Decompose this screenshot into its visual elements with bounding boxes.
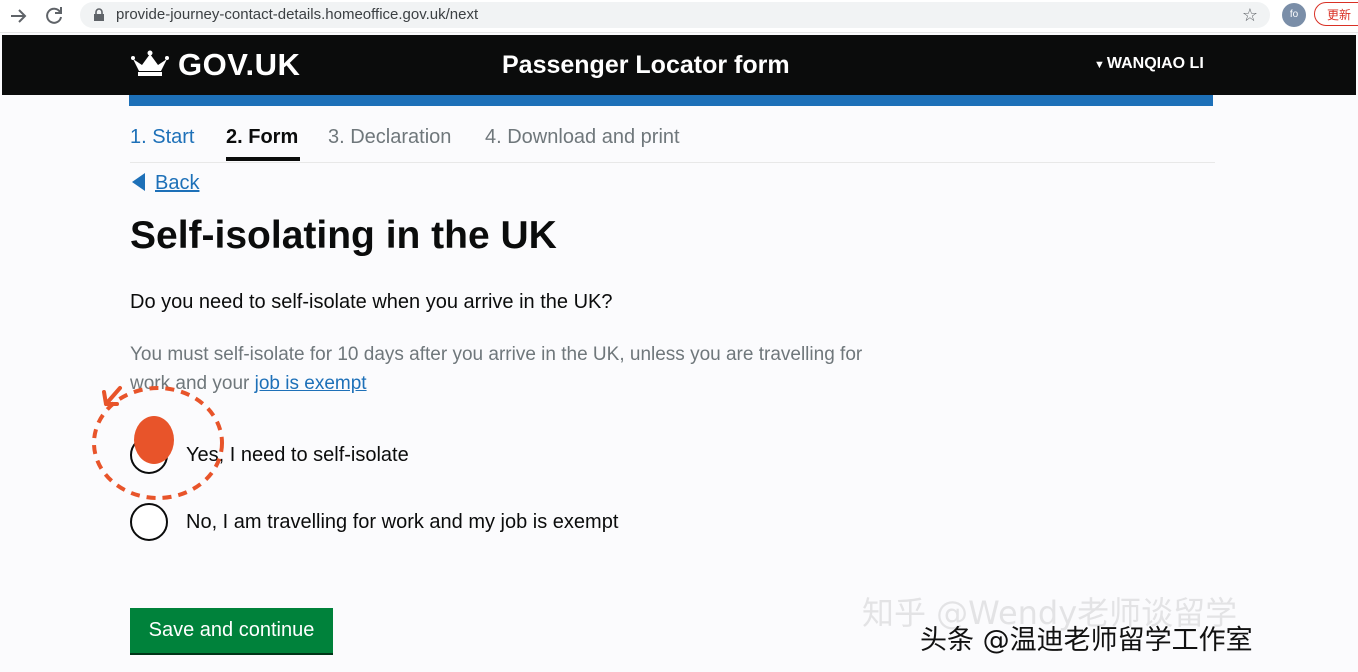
back-link[interactable]: Back	[132, 172, 199, 195]
address-bar[interactable]: provide-journey-contact-details.homeoffi…	[80, 2, 1270, 28]
annotation-dot	[134, 416, 174, 464]
browser-toolbar: provide-journey-contact-details.homeoffi…	[0, 0, 1358, 33]
bookmark-star-icon[interactable]: ☆	[1242, 5, 1258, 26]
annotation-arrow	[102, 386, 122, 406]
step-start[interactable]: 1. Start	[130, 126, 194, 149]
back-arrow-icon	[132, 173, 145, 191]
current-step-indicator	[226, 157, 300, 161]
step-form: 2. Form	[226, 126, 299, 148]
reload-icon[interactable]	[42, 4, 66, 28]
divider	[130, 162, 1215, 163]
step-declaration: 3. Declaration	[328, 126, 452, 148]
question-label: Do you need to self-isolate when you arr…	[130, 291, 613, 313]
job-exempt-link[interactable]: job is exempt	[255, 373, 367, 394]
back-label: Back	[155, 172, 200, 194]
crown-icon	[130, 49, 170, 79]
profile-avatar[interactable]: fo	[1282, 3, 1306, 27]
annotation-highlight	[92, 386, 224, 500]
save-and-continue-button[interactable]: Save and continue	[130, 608, 333, 653]
radio-no-label[interactable]: No, I am travelling for work and my job …	[186, 511, 618, 534]
browser-update-button[interactable]: 更新	[1314, 2, 1358, 26]
govuk-logo[interactable]: GOV.UK	[178, 47, 300, 83]
caret-down-icon: ▼	[1094, 59, 1105, 71]
govuk-header: GOV.UK Passenger Locator form ▼ WANQIAO L…	[2, 35, 1356, 95]
page-title: Self-isolating in the UK	[130, 214, 557, 257]
step-download-print: 4. Download and print	[485, 126, 680, 148]
service-name[interactable]: Passenger Locator form	[502, 51, 790, 80]
lock-icon	[92, 8, 106, 22]
user-name: WANQIAO LI	[1106, 55, 1204, 72]
forward-icon[interactable]	[6, 4, 30, 28]
url-text: provide-journey-contact-details.homeoffi…	[116, 6, 479, 23]
watermark-toutiao: 头条 @温迪老师留学工作室	[920, 625, 1253, 656]
header-accent-bar	[129, 95, 1213, 106]
user-menu[interactable]: ▼ WANQIAO LI	[1094, 55, 1204, 73]
